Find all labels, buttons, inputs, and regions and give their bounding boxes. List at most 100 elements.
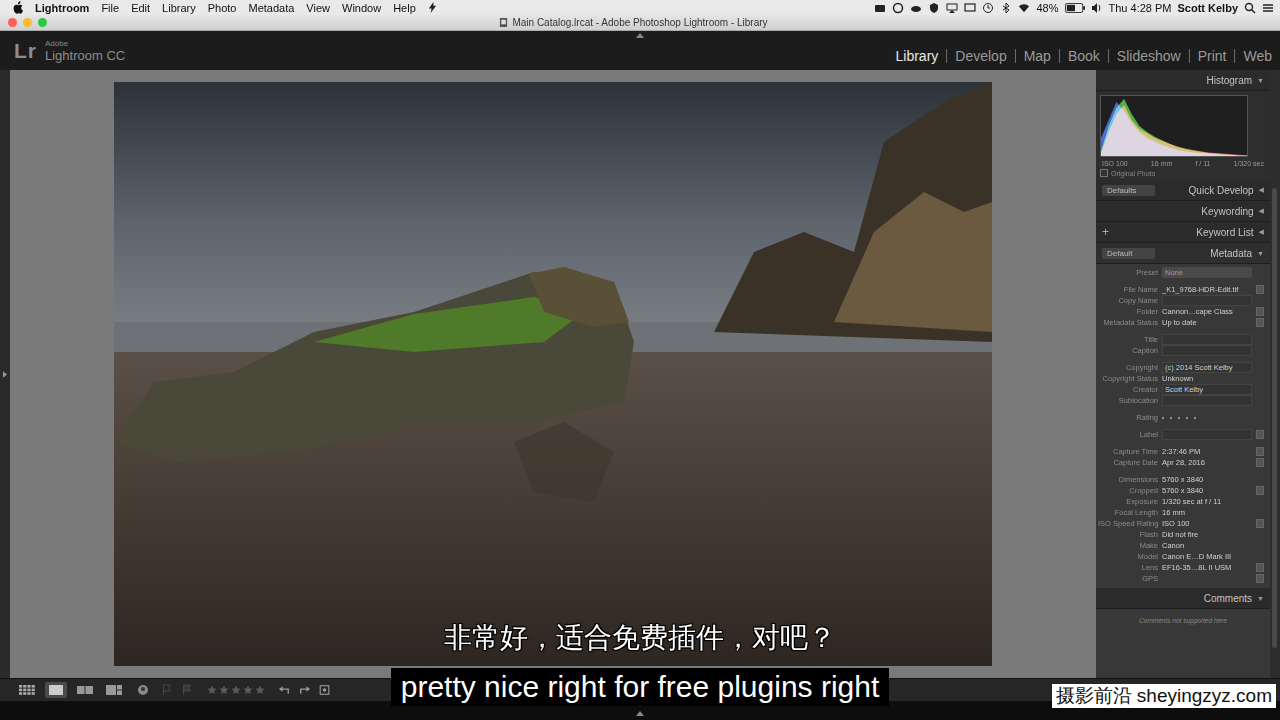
metadata-action-icon[interactable] [1256, 318, 1264, 327]
histogram-title[interactable]: Histogram [1206, 75, 1252, 86]
star-icon[interactable] [207, 685, 217, 695]
star-rating[interactable] [207, 685, 265, 695]
metadata-field[interactable] [1162, 295, 1252, 306]
metadata-action-icon[interactable] [1256, 458, 1264, 467]
right-panel-toggle[interactable] [1270, 70, 1280, 678]
panel-toggle[interactable]: ◀ [1259, 228, 1264, 236]
menu-item[interactable]: File [101, 2, 119, 14]
collapse-filmstrip-icon[interactable] [636, 711, 644, 716]
histogram-toggle[interactable]: ▼ [1257, 77, 1264, 84]
script-icon[interactable] [428, 2, 437, 13]
rotate-right-icon[interactable] [298, 684, 311, 696]
apple-icon[interactable] [12, 1, 23, 14]
add-button[interactable]: + [1102, 225, 1109, 239]
app-menu[interactable]: Lightroom [35, 2, 89, 14]
metadata-action-icon[interactable] [1256, 430, 1264, 439]
panel-toggle[interactable]: ▼ [1257, 250, 1264, 257]
star-icon[interactable] [243, 685, 253, 695]
survey-view-icon[interactable] [105, 684, 123, 696]
module-tab[interactable]: Library [888, 49, 947, 63]
module-tab[interactable]: Book [1059, 49, 1108, 63]
clock[interactable]: Thu 4:28 PM [1109, 2, 1172, 14]
metadata-action-icon[interactable] [1256, 307, 1264, 316]
rating-value[interactable] [1162, 412, 1252, 423]
display-icon[interactable] [964, 2, 976, 14]
metadata-field[interactable] [1162, 395, 1252, 406]
rating-dot[interactable] [1162, 417, 1164, 419]
rating-dot[interactable] [1194, 417, 1196, 419]
menu-item[interactable]: Help [393, 2, 416, 14]
star-icon[interactable] [255, 685, 265, 695]
metadata-preset-dropdown[interactable]: None [1162, 267, 1252, 278]
menu-item[interactable]: Photo [208, 2, 237, 14]
original-photo-checkbox[interactable]: Original Photo [1100, 169, 1266, 177]
view-mode-button[interactable] [16, 682, 38, 698]
preset-dropdown[interactable]: Default [1102, 248, 1155, 259]
close-button[interactable] [8, 18, 17, 27]
view-mode-button[interactable] [45, 682, 67, 698]
loupe-view-icon[interactable] [47, 684, 65, 696]
panel-header[interactable]: + Keyword List ◀ [1096, 222, 1270, 243]
metadata-field[interactable]: Scott Kelby [1162, 384, 1252, 395]
battery-percent[interactable]: 48% [1036, 2, 1058, 14]
volume-icon[interactable] [1091, 2, 1103, 14]
histogram-header[interactable]: Histogram ▼ [1096, 70, 1270, 91]
preset-dropdown[interactable]: Defaults [1102, 185, 1155, 196]
metadata-action-icon[interactable] [1256, 447, 1264, 456]
menu-item[interactable]: Window [342, 2, 381, 14]
crop-overlay-icon[interactable] [318, 684, 331, 696]
metadata-field[interactable]: (c) 2014 Scott Kelby [1162, 362, 1252, 373]
module-tab[interactable]: Web [1234, 49, 1272, 63]
panel-header[interactable]: Keywording ◀ [1096, 201, 1270, 222]
panel-title[interactable]: Quick Develop [1189, 185, 1254, 196]
people-view-icon[interactable] [134, 684, 152, 696]
panel-header[interactable]: Defaults Quick Develop ◀ [1096, 180, 1270, 201]
view-mode-button[interactable] [74, 682, 96, 698]
metadata-field[interactable] [1162, 429, 1252, 440]
panel-toggle[interactable]: ◀ [1259, 207, 1264, 215]
menu-item[interactable]: Library [162, 2, 196, 14]
metadata-action-icon[interactable] [1256, 285, 1264, 294]
star-icon[interactable] [219, 685, 229, 695]
module-tab[interactable]: Print [1189, 49, 1235, 63]
reject-flag-icon[interactable] [181, 684, 194, 696]
metadata-action-icon[interactable] [1256, 486, 1264, 495]
panel-title[interactable]: Keyword List [1196, 227, 1253, 238]
module-tab[interactable]: Slideshow [1108, 49, 1189, 63]
view-mode-button[interactable] [132, 682, 154, 698]
grid-view-icon[interactable] [18, 684, 36, 696]
menu-item[interactable]: View [306, 2, 330, 14]
star-icon[interactable] [231, 685, 241, 695]
rating-dot[interactable] [1170, 417, 1172, 419]
menu-item[interactable]: Metadata [248, 2, 294, 14]
metadata-action-icon[interactable] [1256, 563, 1264, 572]
metadata-field[interactable] [1162, 334, 1252, 345]
module-tab[interactable]: Develop [946, 49, 1014, 63]
metadata-action-icon[interactable] [1256, 519, 1264, 528]
rating-dot[interactable] [1178, 417, 1180, 419]
comments-title[interactable]: Comments [1204, 593, 1252, 604]
sync-icon[interactable] [892, 2, 904, 14]
checkbox[interactable] [1100, 169, 1108, 177]
camera-icon[interactable] [874, 2, 886, 14]
menu-item[interactable]: Edit [131, 2, 150, 14]
search-icon[interactable] [1244, 2, 1256, 14]
panel-title[interactable]: Metadata [1210, 248, 1252, 259]
list-icon[interactable] [1262, 2, 1274, 14]
panel-title[interactable]: Keywording [1201, 206, 1253, 217]
compare-view-icon[interactable] [76, 684, 94, 696]
comments-toggle[interactable]: ▼ [1257, 595, 1264, 602]
zoom-button[interactable] [38, 18, 47, 27]
rating-dot[interactable] [1186, 417, 1188, 419]
time-machine-icon[interactable] [982, 2, 994, 14]
wifi-icon[interactable] [1018, 2, 1030, 14]
comments-header[interactable]: Comments ▼ [1096, 588, 1270, 609]
shield-icon[interactable] [928, 2, 940, 14]
metadata-action-icon[interactable] [1256, 574, 1264, 583]
pick-flag-icon[interactable] [161, 684, 174, 696]
battery-icon[interactable] [1065, 3, 1085, 13]
rotate-left-icon[interactable] [278, 684, 291, 696]
photo[interactable] [114, 82, 992, 666]
bluetooth-icon[interactable] [1000, 2, 1012, 14]
minimize-button[interactable] [23, 18, 32, 27]
